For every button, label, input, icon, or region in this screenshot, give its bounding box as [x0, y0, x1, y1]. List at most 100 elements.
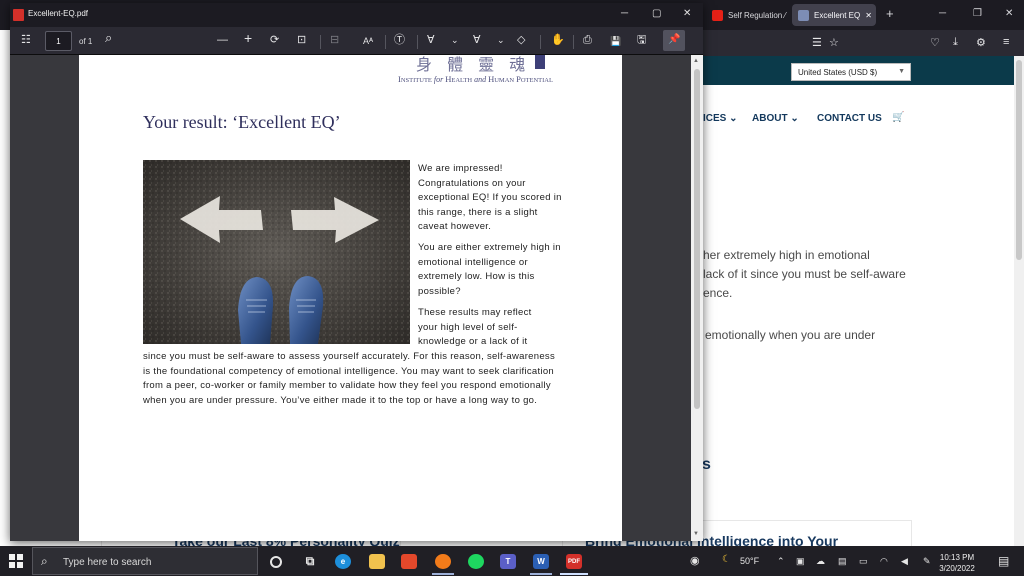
windows-taskbar: ⌕ Type here to search ⧉ e T W PDF ◉ ☾ 50…: [0, 546, 1024, 576]
scroll-thumb[interactable]: [694, 69, 700, 409]
maximize-icon[interactable]: ❐: [973, 8, 982, 19]
read-aloud-icon[interactable]: Aᴬ: [363, 35, 373, 47]
rotate-icon[interactable]: ⟳: [270, 34, 279, 46]
print-icon[interactable]: ⎙: [583, 34, 592, 46]
task-view-icon[interactable]: ⧉: [302, 554, 318, 569]
minimize-icon[interactable]: ─: [621, 8, 628, 19]
erase-icon[interactable]: ◇: [517, 34, 525, 46]
chevron-down-icon[interactable]: ⌄: [451, 34, 459, 46]
firefox-icon[interactable]: [435, 554, 451, 569]
institute-name: INSTITUTE for HEALTH and HUMAN POTENTIAL: [398, 74, 553, 84]
zoom-out-icon[interactable]: —: [217, 34, 228, 46]
search-placeholder: Type here to search: [63, 557, 152, 568]
tray-app-icon[interactable]: ▤: [838, 556, 847, 567]
edge-icon[interactable]: e: [335, 554, 351, 569]
weather-temp[interactable]: 50°F: [740, 556, 759, 566]
teams-icon[interactable]: T: [500, 554, 516, 569]
taskbar-search-box[interactable]: ⌕ Type here to search: [32, 547, 258, 575]
reader-view-icon[interactable]: ☰: [812, 36, 822, 49]
page-scrollbar[interactable]: [1014, 56, 1024, 546]
save-as-icon[interactable]: 🖫: [637, 34, 646, 46]
heading-fragment: s: [702, 456, 711, 473]
nav-contact-us[interactable]: CONTACT US: [817, 113, 882, 124]
maps-icon[interactable]: ◉: [690, 554, 700, 567]
tab-label: Excellent EQ: [814, 10, 861, 20]
currency-select[interactable]: United States (USD $) ▼: [791, 63, 911, 81]
pdf-reader-icon[interactable]: PDF: [566, 554, 582, 569]
chevron-down-icon[interactable]: ⌄: [497, 34, 505, 46]
clock-time: 10:13 PM: [939, 553, 975, 562]
body-line: emotionally when you are under: [705, 328, 876, 342]
scroll-up-icon[interactable]: ▲: [693, 58, 699, 64]
toolbar-divider: [320, 35, 321, 49]
taskbar-clock[interactable]: 10:13 PM 3/20/2022: [934, 552, 980, 574]
word-icon[interactable]: W: [533, 554, 549, 569]
close-icon[interactable]: ✕: [1005, 8, 1013, 19]
volume-icon[interactable]: ◀: [901, 556, 908, 567]
zoom-in-icon[interactable]: +: [244, 31, 252, 45]
word-running-indicator: [530, 573, 552, 575]
draw-icon[interactable]: ∀: [427, 34, 435, 46]
search-icon[interactable]: ⌕: [105, 31, 112, 44]
device-icon[interactable]: ▣: [796, 556, 805, 567]
minimize-icon[interactable]: ─: [939, 8, 946, 19]
moon-weather-icon[interactable]: ☾: [722, 554, 731, 565]
bookmark-star-icon[interactable]: ☆: [829, 36, 839, 49]
wifi-icon[interactable]: ◠: [880, 556, 888, 567]
nav-about[interactable]: ABOUT ⌄: [752, 113, 799, 124]
currency-value: United States (USD $): [798, 68, 878, 77]
pdf-page: 身 體 靈 魂 INSTITUTE for HEALTH and HUMAN P…: [79, 55, 622, 541]
paragraph-impressed: We are impressed! Congratulations on you…: [418, 163, 562, 232]
chevron-up-icon[interactable]: ⌃: [777, 556, 785, 567]
onedrive-icon[interactable]: ☁: [816, 556, 825, 567]
pocket-icon[interactable]: ♡: [930, 36, 940, 49]
arrows-shoes-photo: [143, 160, 410, 344]
two-page-icon[interactable]: ⊟: [330, 34, 339, 46]
firefox-running-indicator: [432, 573, 454, 575]
windows-start-icon[interactable]: [9, 554, 23, 568]
spotify-icon[interactable]: [468, 554, 484, 569]
tab-self-regulation[interactable]: Self Regulation ⁄: [706, 4, 788, 26]
window-title: Excellent-EQ.pdf: [28, 9, 89, 18]
file-explorer-icon[interactable]: [369, 554, 385, 569]
add-text-icon[interactable]: Ⓣ: [394, 34, 405, 46]
pdf-title-bar: Excellent-EQ.pdf ─ ▢ ✕: [10, 3, 703, 27]
scroll-thumb[interactable]: [1016, 60, 1022, 260]
pdf-active-indicator: [560, 573, 588, 575]
cortana-icon[interactable]: [270, 556, 282, 568]
battery-icon[interactable]: ▭: [859, 556, 868, 567]
pdf-app-icon: [13, 9, 24, 21]
download-icon[interactable]: ⤓: [953, 36, 958, 49]
toolbar-divider: [385, 35, 386, 49]
close-icon[interactable]: ✕: [683, 8, 691, 19]
pdf-toolbar: ☷ 1 of 1 ⌕ — + ⟳ ⊡ ⊟ Aᴬ Ⓣ ∀ ⌄ ∀ ⌄ ◇ ✋ ⎙ …: [10, 27, 703, 55]
save-icon[interactable]: 💾: [610, 35, 621, 47]
maximize-icon[interactable]: ▢: [652, 8, 661, 19]
fit-page-icon[interactable]: ⊡: [297, 34, 306, 46]
office-icon[interactable]: [401, 554, 417, 569]
page-number-input[interactable]: 1: [45, 31, 72, 51]
nav-resources[interactable]: ICES ⌄: [703, 113, 738, 124]
clock-date: 3/20/2022: [939, 564, 975, 573]
notification-icon[interactable]: ▤: [998, 554, 1009, 568]
body-line: her extremely high in emotional: [703, 248, 870, 262]
toolbar-divider: [540, 35, 541, 49]
page-count: of 1: [79, 37, 93, 46]
toolbar-divider: [573, 35, 574, 49]
pdf-scrollbar[interactable]: ▲ ▼: [691, 55, 703, 541]
pen-icon[interactable]: ✎: [923, 556, 931, 567]
sidebar-toggle-icon[interactable]: ☷: [21, 34, 31, 46]
extensions-icon[interactable]: ⚙: [976, 36, 986, 49]
tab-close-icon[interactable]: ✕: [865, 11, 872, 20]
pin-toolbar-button[interactable]: 📌: [663, 30, 685, 51]
paragraph-self-knowledge: These results may reflect your high leve…: [418, 307, 532, 347]
search-icon: ⌕: [41, 554, 48, 568]
cart-icon[interactable]: 🛒: [892, 112, 904, 123]
highlight-icon[interactable]: ∀: [473, 34, 481, 46]
menu-icon[interactable]: ≡: [1003, 36, 1009, 48]
touch-write-icon[interactable]: ✋: [551, 34, 565, 46]
new-tab-button[interactable]: +: [886, 6, 894, 21]
body-line: ence.: [703, 286, 733, 300]
scroll-down-icon[interactable]: ▼: [693, 531, 699, 537]
tab-excellent-eq[interactable]: Excellent EQ ✕: [792, 4, 876, 26]
